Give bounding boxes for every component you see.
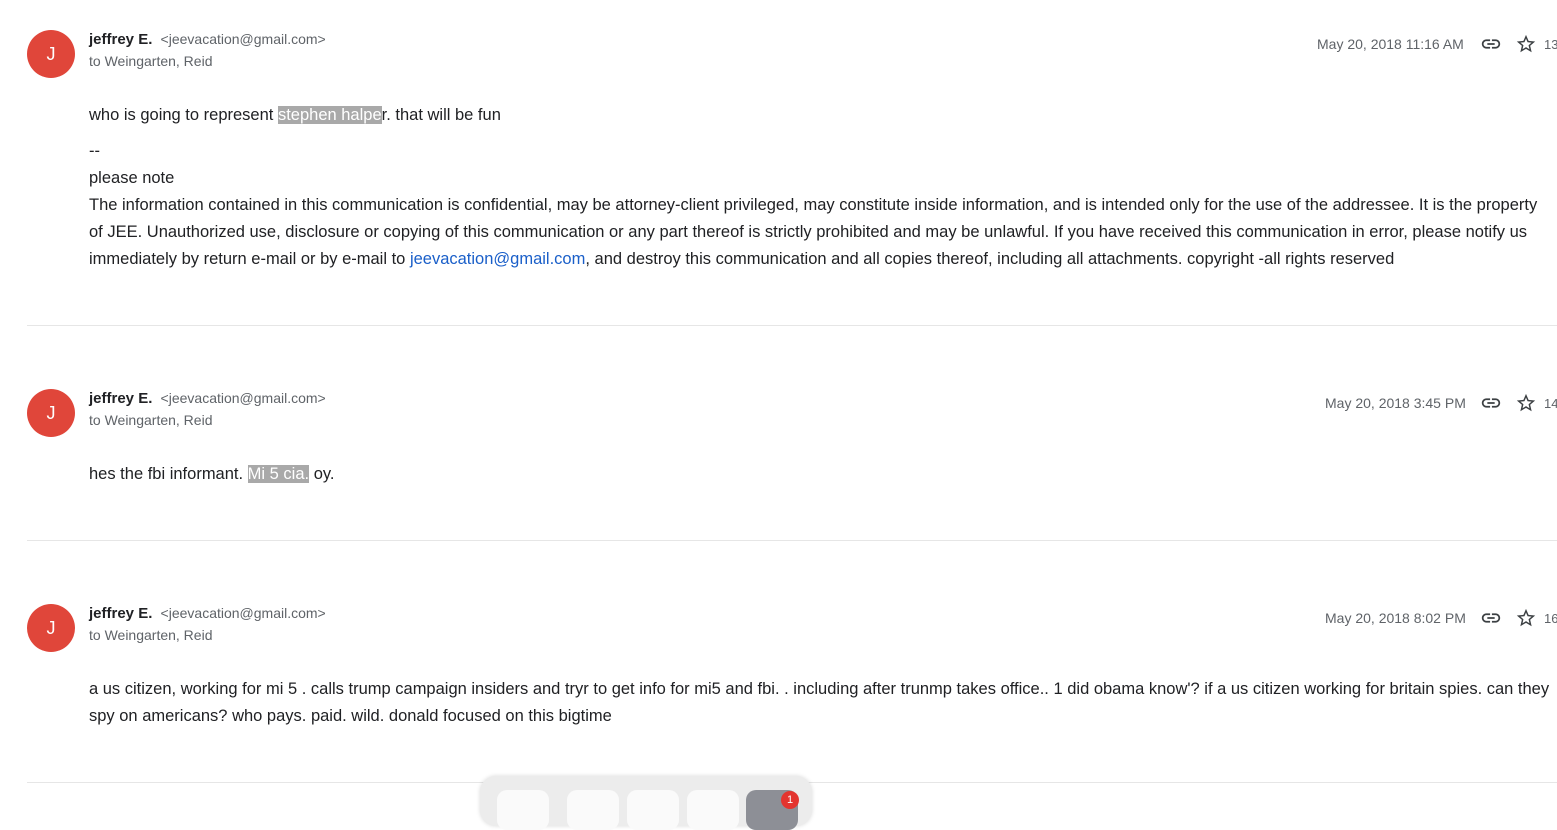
sender-email: <jeevacation@gmail.com> [160,31,326,47]
message-body: hes the fbi informant. Mi 5 cia. oy. [89,461,1555,488]
signature-disclaimer: The information contained in this commun… [89,196,1538,268]
selected-text[interactable]: stephen halpe [277,106,382,124]
recipient-line[interactable]: to Weingarten, Reid [89,53,212,69]
dock-app-icon[interactable] [627,790,679,830]
link-icon[interactable] [1480,607,1502,629]
star-icon[interactable] [1515,33,1537,55]
message-count: 14 [1544,396,1557,411]
message-count: 16 [1544,611,1557,626]
dock-app-icon[interactable] [497,790,549,830]
message-date: May 20, 2018 11:16 AM [1317,36,1464,52]
divider [27,325,1557,326]
avatar[interactable]: J [27,389,75,437]
dock [480,776,812,830]
sender: jeffrey E. <jeevacation@gmail.com> [89,390,326,407]
message-count: 13 [1544,37,1557,52]
sender-name[interactable]: jeffrey E. [89,390,152,407]
notification-badge: 1 [781,791,799,809]
sender-email: <jeevacation@gmail.com> [160,390,326,406]
sender-name[interactable]: jeffrey E. [89,31,152,48]
divider [27,540,1557,541]
dock-app-icon[interactable] [687,790,739,830]
link-icon[interactable] [1480,33,1502,55]
body-line: hes the fbi informant. Mi 5 cia. oy. [89,465,335,483]
message-body: who is going to represent stephen halper… [89,102,1555,273]
recipient-line[interactable]: to Weingarten, Reid [89,412,212,428]
body-line: who is going to represent stephen halper… [89,106,501,124]
recipient-line[interactable]: to Weingarten, Reid [89,627,212,643]
link-icon[interactable] [1480,392,1502,414]
sender-email: <jeevacation@gmail.com> [160,605,326,621]
sender: jeffrey E. <jeevacation@gmail.com> [89,605,326,622]
star-icon[interactable] [1515,607,1537,629]
email-link[interactable]: jeevacation@gmail.com [410,250,585,268]
sender-name[interactable]: jeffrey E. [89,605,152,622]
dock-app-icon[interactable] [567,790,619,830]
signature-dashes: -- [89,142,100,160]
sender: jeffrey E. <jeevacation@gmail.com> [89,31,326,48]
message-date: May 20, 2018 3:45 PM [1325,395,1466,411]
avatar[interactable]: J [27,604,75,652]
selected-text[interactable]: Mi 5 cia. [247,465,310,483]
avatar[interactable]: J [27,30,75,78]
message-body: a us citizen, working for mi 5 . calls t… [89,680,1550,725]
signature-note: please note [89,169,175,187]
message-date: May 20, 2018 8:02 PM [1325,610,1466,626]
star-icon[interactable] [1515,392,1537,414]
